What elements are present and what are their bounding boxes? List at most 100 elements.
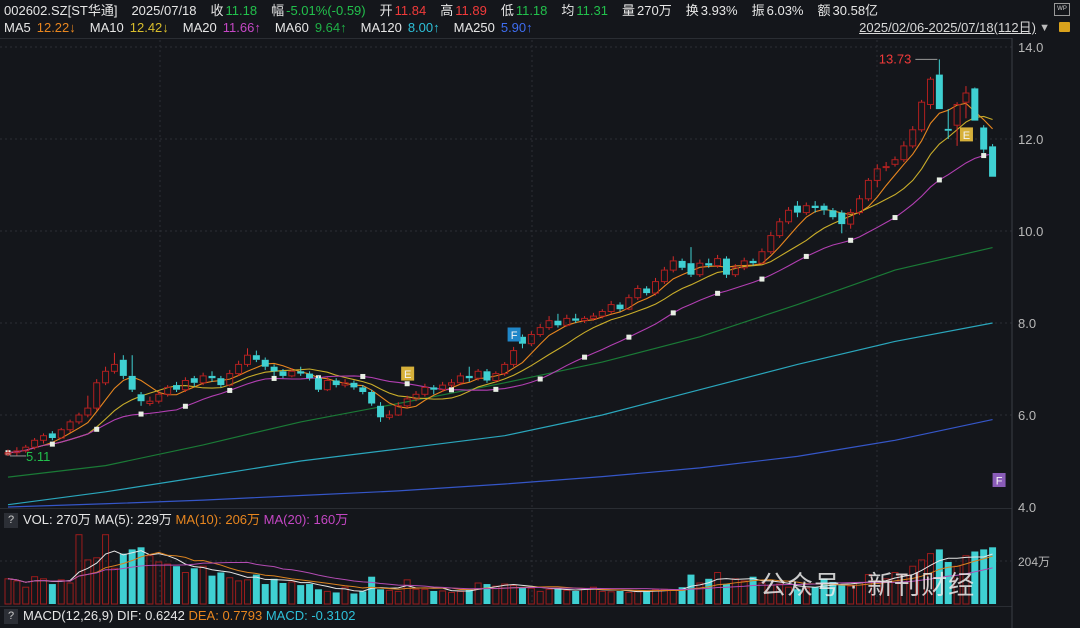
volume-bar [439, 590, 447, 605]
candle [217, 375, 225, 388]
candle [678, 258, 686, 271]
candle-body [989, 146, 997, 177]
candle [687, 247, 695, 277]
candle-body [465, 375, 473, 379]
candle-body [39, 435, 47, 441]
volume-bar [270, 578, 278, 604]
candle [776, 218, 784, 238]
candle [918, 99, 926, 133]
candle [350, 380, 358, 390]
volume-bar [714, 572, 722, 605]
candle-body [545, 320, 553, 329]
candle-body [102, 370, 110, 384]
ma20-marker [582, 354, 588, 360]
volume-bar [643, 590, 651, 604]
candle [483, 369, 491, 383]
volume-bar [110, 567, 118, 605]
watermark: 公众号 · 新刊财经 [760, 570, 976, 600]
candle [536, 323, 544, 337]
y-tick-label: 12.0 [1018, 132, 1043, 147]
candle-body [811, 205, 819, 208]
candle [48, 431, 56, 441]
event-marker-f: F [507, 327, 521, 342]
candlestick-chart[interactable]: 14.0 12.0 10.0 8.0 6.0 4.0 204万 13.73 5.11 E F E F [0, 0, 1080, 628]
candle [39, 433, 47, 444]
candle-body [474, 370, 482, 379]
candle-body [767, 235, 775, 253]
y-tick-label: 4.0 [1018, 500, 1036, 515]
ma20-marker [715, 290, 721, 296]
candle-body [536, 327, 544, 336]
ma20-marker [49, 441, 55, 447]
event-marker-f: F [992, 473, 1006, 488]
volume-bar [119, 553, 127, 604]
volume-bar [563, 589, 571, 605]
candle-body [953, 104, 961, 126]
vol-ma5: MA(5): 229万 [94, 512, 172, 527]
candle-body [776, 221, 784, 237]
candle [838, 210, 846, 234]
candle-body [980, 127, 988, 150]
volume-bar [190, 568, 198, 604]
volume-bar [607, 591, 615, 605]
candle [270, 364, 278, 376]
macd-help-button[interactable]: ? [4, 608, 18, 624]
candle-body [660, 269, 668, 283]
candle-body [900, 145, 908, 161]
macd-header: ? MACD(12,26,9) DIF: 0.6242 DEA: 0.7793 … [4, 608, 355, 624]
candle-body [190, 378, 198, 383]
candle-body [261, 359, 269, 367]
candle-body [962, 92, 970, 103]
volume-help-button[interactable]: ? [4, 512, 18, 528]
candle [306, 371, 314, 381]
candle [722, 256, 730, 278]
candle-body [368, 392, 376, 404]
candle [740, 257, 748, 271]
ma20-marker [360, 373, 366, 379]
candle-body [137, 394, 145, 402]
candle [882, 162, 890, 172]
vol-value: VOL: 270万 [23, 512, 91, 527]
ma120-line [7, 322, 993, 506]
volume-bar [554, 588, 562, 604]
candle [199, 372, 207, 386]
candle [341, 379, 349, 388]
candle [971, 87, 979, 121]
ma20-line [7, 153, 993, 454]
candle-body [448, 382, 455, 386]
candle [146, 396, 154, 406]
candle-body [75, 414, 83, 423]
volume-bar [297, 585, 305, 604]
candle [926, 76, 934, 110]
candle-body [377, 405, 385, 418]
candle-body [66, 421, 74, 431]
candle [714, 254, 722, 268]
volume-bar [368, 576, 376, 604]
ma20-marker [848, 237, 854, 243]
candle [13, 447, 21, 456]
ma20-marker [803, 253, 809, 259]
candle-body [146, 400, 154, 405]
volume-bar [394, 590, 402, 605]
macd-value: MACD: -0.3102 [265, 608, 356, 623]
candle [93, 379, 101, 411]
y-tick-label: 6.0 [1018, 408, 1036, 423]
candle [235, 360, 243, 376]
candle [510, 346, 518, 367]
candle-body [572, 318, 580, 321]
candle-body [84, 407, 92, 416]
volume-bar [323, 590, 331, 605]
candle-body [918, 101, 926, 131]
candle [616, 302, 624, 312]
candle [527, 331, 535, 346]
candle [962, 86, 970, 119]
candle-body [155, 393, 163, 402]
candle [980, 125, 988, 153]
candle [261, 357, 269, 370]
candle [314, 375, 322, 392]
candle-body [199, 375, 207, 384]
candle [554, 313, 562, 328]
candle [652, 277, 660, 296]
volume-bar [545, 588, 553, 605]
candle-body [598, 311, 606, 317]
